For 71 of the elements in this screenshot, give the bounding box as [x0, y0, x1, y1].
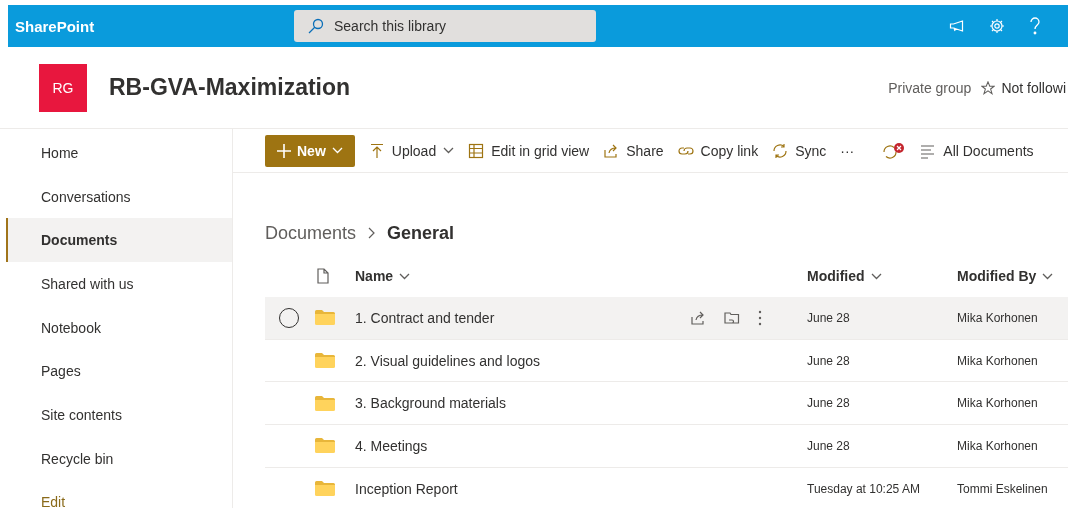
column-header[interactable]: Name: [355, 268, 807, 284]
folder-link-icon: [724, 309, 740, 326]
nav-item[interactable]: Edit: [6, 480, 232, 508]
modified-date: June 28: [807, 396, 851, 411]
breadcrumb-item[interactable]: Documents: [265, 222, 357, 244]
upload-icon: [368, 142, 385, 159]
modified-by: Tommi Eskelinen: [957, 481, 1049, 496]
modified-by: Mika Korhonen: [957, 353, 1039, 368]
search-field[interactable]: Search this library: [294, 10, 596, 42]
command-button[interactable]: Sync: [772, 142, 827, 159]
share-icon: [603, 142, 620, 159]
chevron-down-icon: [399, 272, 411, 280]
sync-icon: [772, 142, 789, 159]
chevron-right-icon: [368, 227, 376, 239]
new-button[interactable]: New: [265, 134, 355, 167]
command-button[interactable]: Share: [603, 142, 664, 159]
more-button[interactable]: ···: [840, 142, 855, 159]
file-name[interactable]: 1. Contract and tender: [355, 309, 690, 326]
folder-icon: [315, 353, 335, 369]
command-button[interactable]: Edit in grid view: [468, 142, 590, 159]
modified-by: Mika Korhonen: [957, 396, 1039, 411]
nav-item[interactable]: Notebook: [6, 305, 232, 350]
megaphone-icon: [948, 18, 966, 34]
folder-icon: [315, 438, 335, 454]
file-name[interactable]: Inception Report: [355, 480, 690, 497]
help-icon[interactable]: [1028, 17, 1042, 35]
nav-item[interactable]: Site contents: [6, 393, 232, 437]
nav-item[interactable]: Pages: [6, 349, 232, 394]
site-title: RB-GVA-Maximization: [109, 74, 351, 101]
nav-item[interactable]: Home: [6, 131, 232, 175]
search-icon: [308, 18, 324, 34]
chevron-down-icon: [870, 272, 882, 280]
nav-item[interactable]: Documents: [6, 218, 232, 263]
lines-icon: [920, 142, 937, 159]
command-button[interactable]: Copy link: [677, 142, 759, 159]
column-header[interactable]: Modified By: [957, 268, 1068, 284]
share-icon: [690, 309, 706, 326]
chevron-down-icon: [1042, 272, 1054, 280]
nav-item[interactable]: Recycle bin: [6, 436, 232, 481]
table-row[interactable]: 1. Contract and tender June 28 Mika Korhonen: [265, 297, 1068, 340]
modified-date: Tuesday at 10:25 AM: [807, 481, 921, 496]
privacy-label: Private group: [888, 79, 972, 96]
file-name[interactable]: 4. Meetings: [355, 437, 690, 454]
file-type-icon: [315, 268, 331, 284]
folder-icon: [315, 310, 335, 326]
file-name[interactable]: 2. Visual guidelines and logos: [355, 352, 690, 369]
search-placeholder: Search this library: [334, 18, 447, 34]
folder-icon: [315, 395, 335, 411]
chevron-down-icon: [331, 147, 343, 154]
modified-by: Mika Korhonen: [957, 310, 1039, 325]
modified-date: June 28: [807, 310, 851, 325]
modified-by: Mika Korhonen: [957, 438, 1039, 453]
sync-error-icon[interactable]: [882, 141, 907, 160]
star-icon: [981, 80, 996, 95]
follow-link[interactable]: Not followi: [1001, 79, 1066, 96]
command-button[interactable]: Upload: [368, 142, 455, 159]
breadcrumb-item: General: [387, 222, 455, 244]
site-logo: RG: [39, 63, 87, 112]
file-name[interactable]: 3. Background materials: [355, 395, 690, 412]
chevron-down-icon: [443, 147, 455, 154]
view-switcher[interactable]: All Documents: [920, 142, 1034, 159]
plus-icon: [277, 143, 291, 158]
modified-date: June 28: [807, 438, 851, 453]
modified-date: June 28: [807, 353, 851, 368]
grid-icon: [468, 142, 485, 159]
folder-icon: [315, 481, 335, 497]
nav-item[interactable]: Conversations: [6, 174, 232, 219]
nav-item[interactable]: Shared with us: [6, 262, 232, 306]
more-vertical-icon[interactable]: [758, 309, 762, 326]
column-header[interactable]: Modified: [807, 268, 957, 284]
settings-icon: [988, 18, 1006, 34]
